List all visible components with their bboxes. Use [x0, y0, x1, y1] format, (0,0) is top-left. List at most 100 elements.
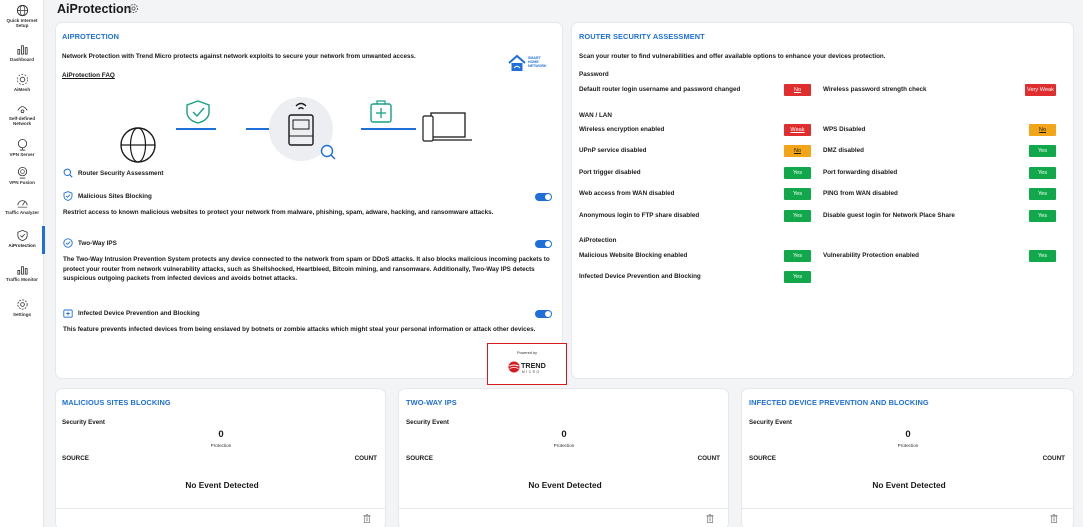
smart-home-label: SMART HOME NETWORK: [528, 56, 547, 69]
section-wan-lan: WAN / LAN: [579, 112, 612, 119]
vendor-name: TREND: [521, 361, 546, 370]
row-label: Wireless password strength check: [823, 86, 927, 93]
source-column-header: SOURCE: [749, 455, 776, 462]
malicious-sites-events-card: MALICIOUS SITES BLOCKING Security Event …: [55, 388, 386, 527]
malicious-sites-toggle[interactable]: [535, 193, 552, 201]
vuln-prot-status[interactable]: Yes: [1029, 250, 1056, 262]
powered-by-label: Powered by: [516, 351, 538, 355]
row-label: DMZ disabled: [823, 147, 864, 154]
default-login-status[interactable]: No: [784, 84, 811, 96]
sidebar-item-label: VPN Fusion: [9, 180, 35, 185]
card-title: MALICIOUS SITES BLOCKING: [62, 398, 171, 407]
feature-name: Infected Device Prevention and Blocking: [78, 310, 200, 317]
sidebar-item-label: Quick Internet Setup: [6, 18, 38, 29]
vpn-server-icon: [17, 138, 27, 151]
shield-icon: [16, 229, 28, 242]
router-security-assessment-card: ROUTER SECURITY ASSESSMENT Scan your rou…: [571, 22, 1074, 379]
port-trigger-status[interactable]: Yes: [784, 167, 811, 179]
wifi-strength-status[interactable]: Very Weak: [1025, 84, 1056, 96]
port-forward-status[interactable]: Yes: [1029, 167, 1056, 179]
network-icon: [17, 106, 27, 114]
protection-label: Protection: [897, 443, 919, 448]
sidebar-item-label: Traffic Analyzer: [4, 210, 40, 215]
shield-check-icon: [63, 191, 73, 201]
aimesh-icon: [16, 74, 28, 85]
feature-description: This feature prevents infected devices f…: [63, 326, 536, 333]
protection-label: Protection: [210, 443, 232, 448]
smart-home-icon: [508, 54, 526, 71]
protection-label: Protection: [553, 443, 575, 448]
magnifier-icon: [320, 144, 336, 160]
infected-device-events-card: INFECTED DEVICE PREVENTION AND BLOCKING …: [741, 388, 1074, 527]
trash-icon[interactable]: [363, 514, 371, 523]
row-label: Port forwarding disabled: [823, 169, 898, 176]
assessment-intro: Scan your router to find vulnerabilities…: [579, 53, 886, 60]
no-event-message: No Event Detected: [185, 480, 259, 490]
row-label: UPnP service disabled: [579, 147, 647, 154]
ping-wan-status[interactable]: Yes: [1029, 188, 1056, 200]
ftp-anon-status[interactable]: Yes: [784, 210, 811, 222]
trash-icon[interactable]: [706, 514, 714, 523]
traffic-monitor-icon: [16, 266, 28, 275]
infected-dev-status[interactable]: Yes: [784, 271, 811, 283]
sidebar-item-aiprotection[interactable]: AiProtection: [0, 225, 45, 255]
sidebar-item-vpn-fusion[interactable]: VPN Fusion: [0, 166, 44, 185]
globe-icon: [120, 127, 156, 163]
assessment-title: ROUTER SECURITY ASSESSMENT: [579, 32, 705, 41]
sidebar-item-quick-internet-setup[interactable]: Quick Internet Setup: [0, 4, 44, 29]
card-title: INFECTED DEVICE PREVENTION AND BLOCKING: [749, 398, 929, 407]
gear-icon[interactable]: [128, 3, 139, 14]
sidebar-item-self-defined-network[interactable]: Self-defined Network: [0, 102, 44, 127]
device-plus-icon: [370, 100, 392, 123]
row-label: Web access from WAN disabled: [579, 190, 675, 197]
sidebar-item-label: AiMesh: [13, 87, 31, 92]
dmz-status[interactable]: Yes: [1029, 145, 1056, 157]
traffic-analyzer-icon: [16, 200, 28, 208]
upnp-status[interactable]: No: [784, 145, 811, 157]
wps-status[interactable]: No: [1029, 124, 1056, 136]
feature-description: The Two-Way Intrusion Prevention System …: [63, 256, 550, 282]
aiprotection-faq-link[interactable]: AiProtection FAQ: [62, 72, 115, 79]
page-title: AiProtection: [57, 2, 132, 16]
sidebar: Quick Internet Setup Dashboard AiMesh Se…: [0, 0, 45, 527]
no-event-message: No Event Detected: [528, 480, 602, 490]
infected-device-toggle[interactable]: [535, 310, 552, 318]
card-title: TWO-WAY IPS: [406, 398, 457, 407]
event-count: 0: [905, 429, 911, 440]
sidebar-item-label: VPN Server: [9, 152, 35, 157]
section-password: Password: [579, 71, 609, 78]
two-way-ips-toggle[interactable]: [535, 240, 552, 248]
divider: [742, 508, 1073, 509]
wifi-encryption-status[interactable]: Weak: [784, 124, 811, 136]
mal-web-status[interactable]: Yes: [784, 250, 811, 262]
sidebar-item-settings[interactable]: Settings: [0, 298, 44, 317]
guest-login-status[interactable]: Yes: [1029, 210, 1056, 222]
divider: [56, 508, 385, 509]
no-event-message: No Event Detected: [872, 480, 946, 490]
source-column-header: SOURCE: [62, 455, 89, 462]
sidebar-item-label: Dashboard: [10, 57, 34, 62]
web-wan-status[interactable]: Yes: [784, 188, 811, 200]
row-label: Malicious Website Blocking enabled: [579, 252, 688, 259]
trend-micro-logo: Powered by TREND MICRO: [487, 343, 567, 385]
row-label: Default router login username and passwo…: [579, 86, 741, 93]
sidebar-item-dashboard[interactable]: Dashboard: [0, 43, 44, 62]
shield-check-icon: [63, 238, 73, 248]
network-protection-illustration: [120, 97, 472, 163]
shield-check-icon: [186, 100, 210, 124]
vendor-sub: MICRO: [522, 370, 541, 374]
sidebar-item-aimesh[interactable]: AiMesh: [0, 73, 44, 92]
row-label: PING from WAN disabled: [823, 190, 898, 197]
sidebar-item-traffic-analyzer[interactable]: Traffic Analyzer: [0, 196, 44, 215]
sidebar-item-label: Settings: [12, 312, 32, 317]
sidebar-item-vpn-server[interactable]: VPN Server: [0, 138, 44, 157]
trend-micro-ball-icon: [508, 361, 520, 373]
sidebar-item-traffic-monitor[interactable]: Traffic Monitor: [0, 263, 44, 282]
section-aiprotection: AiProtection: [579, 237, 617, 244]
router-security-assessment-link[interactable]: Router Security Assessment: [78, 170, 164, 177]
trash-icon[interactable]: [1050, 514, 1058, 523]
security-event-label: Security Event: [62, 419, 105, 426]
sidebar-item-label: Self-defined Network: [8, 116, 36, 127]
device-plus-icon: [63, 309, 73, 318]
vpn-fusion-icon: [17, 166, 27, 179]
